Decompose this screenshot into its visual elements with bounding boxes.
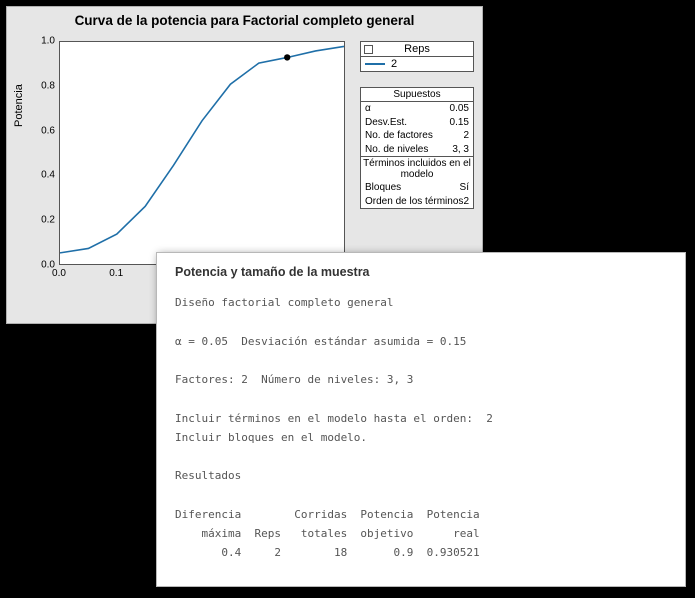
- x-tick-label: 0.0: [52, 268, 66, 279]
- legend-entry: 2: [361, 57, 473, 71]
- output-panel: Potencia y tamaño de la muestra Diseño f…: [156, 252, 686, 587]
- y-tick-label: 0.6: [35, 125, 55, 136]
- assumption-value: 0.15: [450, 116, 469, 130]
- legend-entry-label: 2: [391, 58, 397, 70]
- assumption-key: Desv.Est.: [365, 116, 407, 130]
- x-tick-label: 0.1: [109, 268, 123, 279]
- model-term-key: Bloques: [365, 181, 401, 195]
- model-term-key: Orden de los términos: [365, 195, 463, 209]
- legend-square-icon: [364, 45, 373, 54]
- y-tick-label: 0.4: [35, 170, 55, 181]
- marker-point: [284, 54, 290, 60]
- plot-area: [59, 41, 345, 265]
- assumption-row: Desv.Est. 0.15: [361, 116, 473, 130]
- model-terms-header: Términos incluidos en el modelo: [361, 156, 473, 181]
- model-term-row: Bloques Sí: [361, 181, 473, 195]
- assumptions-header: Supuestos: [361, 88, 473, 102]
- legend-box: Reps 2: [360, 41, 474, 72]
- output-body: Diseño factorial completo general α = 0.…: [175, 293, 667, 563]
- model-term-row: Orden de los términos2: [361, 195, 473, 209]
- assumptions-box: Supuestos α0.05Desv.Est.0.15No. de facto…: [360, 87, 474, 209]
- y-tick-label: 0.2: [35, 215, 55, 226]
- y-axis-label: Potencia: [13, 84, 25, 127]
- power-curve-svg: [60, 42, 344, 264]
- assumption-row: α 0.05: [361, 102, 473, 116]
- output-title: Potencia y tamaño de la muestra: [175, 265, 667, 279]
- legend-title: Reps: [404, 43, 430, 55]
- chart-title: Curva de la potencia para Factorial comp…: [7, 13, 482, 28]
- legend-header: Reps: [361, 42, 473, 57]
- assumption-key: No. de factores: [365, 129, 433, 143]
- output-text: Diseño factorial completo general α = 0.…: [175, 293, 667, 563]
- model-term-value: 2: [463, 195, 469, 209]
- model-term-value: Sí: [460, 181, 469, 195]
- assumption-value: 3, 3: [452, 143, 469, 157]
- assumption-row: No. de niveles 3, 3: [361, 143, 473, 157]
- power-curve: [60, 46, 344, 252]
- assumption-row: No. de factores 2: [361, 129, 473, 143]
- assumption-key: α: [365, 102, 371, 116]
- assumption-key: No. de niveles: [365, 143, 428, 157]
- y-tick-label: 1.0: [35, 36, 55, 47]
- assumption-value: 2: [463, 129, 469, 143]
- legend-line-icon: [365, 63, 385, 65]
- y-tick-label: 0.8: [35, 80, 55, 91]
- assumption-value: 0.05: [450, 102, 469, 116]
